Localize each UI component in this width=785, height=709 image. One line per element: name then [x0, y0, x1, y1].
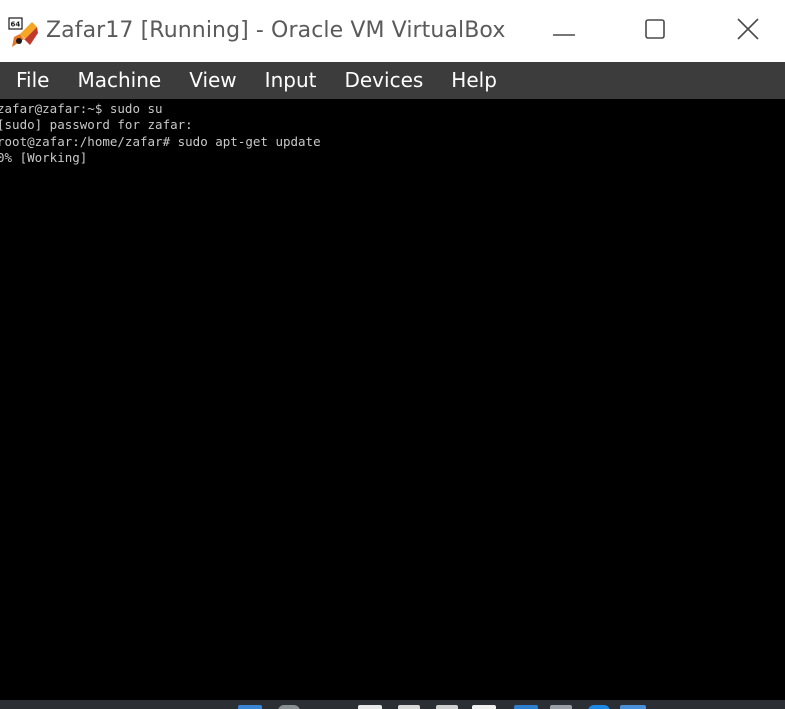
- menu-machine[interactable]: Machine: [63, 62, 175, 99]
- menu-help[interactable]: Help: [437, 62, 511, 99]
- taskbar-app-icon[interactable]: [358, 705, 382, 709]
- menu-input[interactable]: Input: [251, 62, 331, 99]
- menu-bar: File Machine View Input Devices Help: [0, 62, 785, 99]
- vm-console-terminal[interactable]: zafar@zafar:~$ sudo su [sudo] password f…: [0, 99, 785, 700]
- taskbar-app-icon[interactable]: [588, 705, 610, 709]
- virtualbox-icon: 64: [8, 17, 40, 49]
- taskbar-app-icon[interactable]: [398, 705, 420, 709]
- svg-text:64: 64: [11, 21, 21, 29]
- menu-devices[interactable]: Devices: [330, 62, 437, 99]
- taskbar-app-icon[interactable]: [278, 705, 300, 709]
- taskbar-app-icon[interactable]: [472, 705, 496, 709]
- maximize-icon: [644, 18, 666, 44]
- close-button[interactable]: [708, 8, 785, 54]
- title-bar[interactable]: 64 Zafar17 [Running] - Oracle VM Virtual…: [0, 0, 785, 62]
- maximize-button[interactable]: [615, 8, 695, 54]
- menu-view[interactable]: View: [175, 62, 250, 99]
- terminal-line: zafar@zafar:~$ sudo su: [0, 101, 163, 116]
- virtualbox-window: 64 Zafar17 [Running] - Oracle VM Virtual…: [0, 0, 785, 709]
- taskbar-app-icon[interactable]: [238, 705, 262, 709]
- window-title: Zafar17 [Running] - Oracle VM VirtualBox: [46, 18, 506, 43]
- taskbar-app-icon[interactable]: [514, 705, 538, 709]
- taskbar-app-icon[interactable]: [620, 705, 646, 709]
- close-icon: [737, 18, 759, 44]
- host-taskbar-edge: [0, 700, 785, 709]
- taskbar-app-icon[interactable]: [436, 705, 458, 709]
- menu-file[interactable]: File: [0, 62, 63, 99]
- terminal-line: 0% [Working]: [0, 149, 88, 165]
- minimize-button[interactable]: [524, 8, 604, 54]
- terminal-line: [sudo] password for zafar:: [0, 117, 193, 133]
- terminal-line: root@zafar:/home/zafar# sudo apt-get upd…: [0, 133, 321, 149]
- terminal-output: zafar@zafar:~$ sudo su [sudo] password f…: [0, 101, 321, 166]
- taskbar-app-icon[interactable]: [550, 705, 572, 709]
- minimize-icon: [553, 22, 575, 41]
